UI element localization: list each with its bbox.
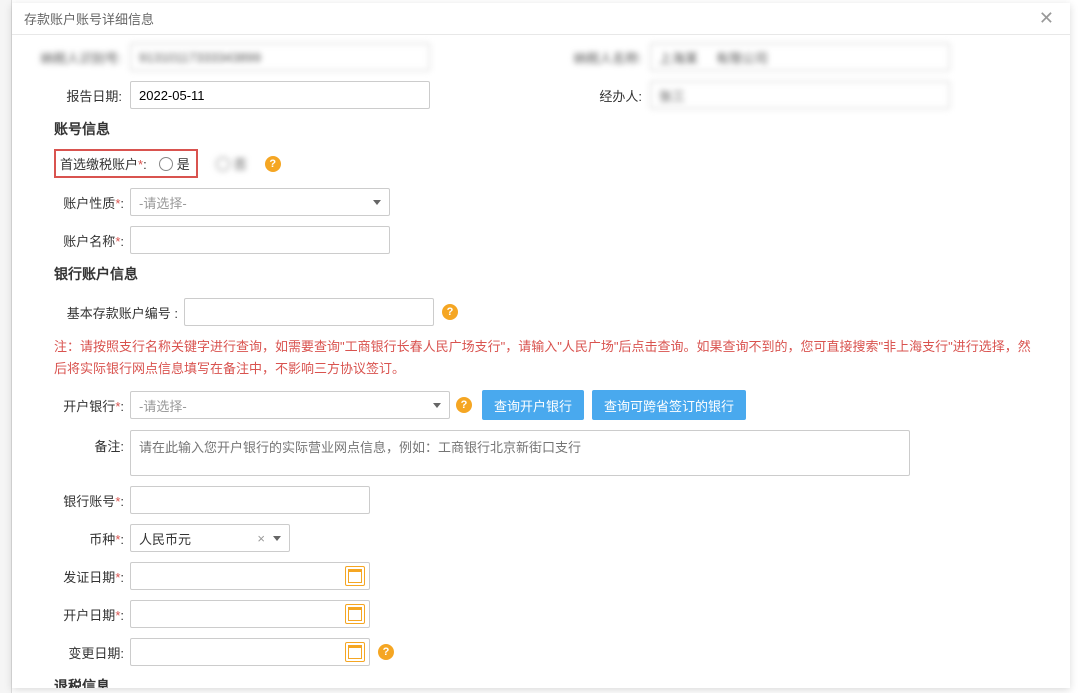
open-date-label: 开户日期*: — [54, 605, 130, 624]
modal-header: 存款账户账号详细信息 ✕ — [12, 3, 1070, 35]
radio-icon — [159, 157, 173, 171]
taxpayer-id-label: 纳税人识别号: — [40, 48, 130, 67]
preferred-tax-account-highlight: 首选缴税账户*: 是 — [54, 149, 198, 178]
help-icon[interactable]: ? — [378, 644, 394, 660]
account-name-label: 账户名称*: — [54, 231, 130, 250]
taxpayer-name-input[interactable] — [650, 43, 950, 71]
report-date-input[interactable] — [130, 81, 430, 109]
issue-date-label: 发证日期*: — [54, 567, 130, 586]
change-date-label: 变更日期: — [54, 643, 130, 662]
modal-title: 存款账户账号详细信息 — [24, 9, 154, 28]
calendar-icon[interactable] — [345, 604, 365, 624]
open-bank-select[interactable]: -请选择- — [130, 391, 450, 419]
issue-date-input[interactable] — [130, 562, 370, 590]
close-icon[interactable]: ✕ — [1035, 8, 1058, 29]
bank-no-label: 银行账号*: — [54, 491, 130, 510]
currency-label: 币种*: — [54, 529, 130, 548]
calendar-icon[interactable] — [345, 642, 365, 662]
section-refund-info: 退税信息 — [54, 676, 1042, 688]
open-date-input[interactable] — [130, 600, 370, 628]
remark-textarea[interactable] — [130, 430, 910, 476]
help-icon[interactable]: ? — [265, 156, 281, 172]
account-nature-select[interactable]: -请选择- — [130, 188, 390, 216]
account-nature-label: 账户性质*: — [54, 193, 130, 212]
help-icon[interactable]: ? — [456, 397, 472, 413]
bank-warning-text: 注：请按照支行名称关键字进行查询，如需要查询"工商银行长春人民广场支行"，请输入… — [54, 336, 1042, 380]
basic-account-no-label: 基本存款账户编号 : — [54, 303, 184, 322]
taxpayer-name-label: 纳税人名称: — [560, 48, 650, 67]
bank-no-input[interactable] — [130, 486, 370, 514]
account-name-input[interactable] — [130, 226, 390, 254]
report-date-label: 报告日期: — [40, 86, 130, 105]
calendar-icon[interactable] — [345, 566, 365, 586]
modal-body: 纳税人识别号: 纳税人名称: 报告日期: 经办人: 账号信息 首选缴税账户*: — [12, 35, 1070, 688]
open-bank-label: 开户银行*: — [54, 396, 130, 415]
taxpayer-id-input[interactable] — [130, 43, 430, 71]
change-date-input[interactable] — [130, 638, 370, 666]
currency-select[interactable]: 人民币元 × — [130, 524, 290, 552]
handler-label: 经办人: — [560, 86, 650, 105]
preferred-no-radio[interactable]: 否 — [216, 154, 247, 173]
help-icon[interactable]: ? — [442, 304, 458, 320]
handler-input[interactable] — [650, 81, 950, 109]
chevron-down-icon — [273, 536, 281, 541]
section-bank-info: 银行账户信息 — [54, 264, 1042, 284]
query-cross-province-bank-button[interactable]: 查询可跨省签订的银行 — [592, 390, 746, 420]
preferred-tax-account-label: 首选缴税账户*: — [56, 154, 147, 173]
clear-icon[interactable]: × — [257, 531, 265, 546]
basic-account-no-input[interactable] — [184, 298, 434, 326]
modal-dialog: 存款账户账号详细信息 ✕ 纳税人识别号: 纳税人名称: 报告日期: 经办人: — [12, 3, 1070, 688]
query-open-bank-button[interactable]: 查询开户银行 — [482, 390, 584, 420]
remark-label: 备注: — [54, 430, 130, 455]
section-account-info: 账号信息 — [54, 119, 1042, 139]
radio-icon — [216, 157, 230, 171]
preferred-yes-radio[interactable]: 是 — [159, 154, 190, 173]
